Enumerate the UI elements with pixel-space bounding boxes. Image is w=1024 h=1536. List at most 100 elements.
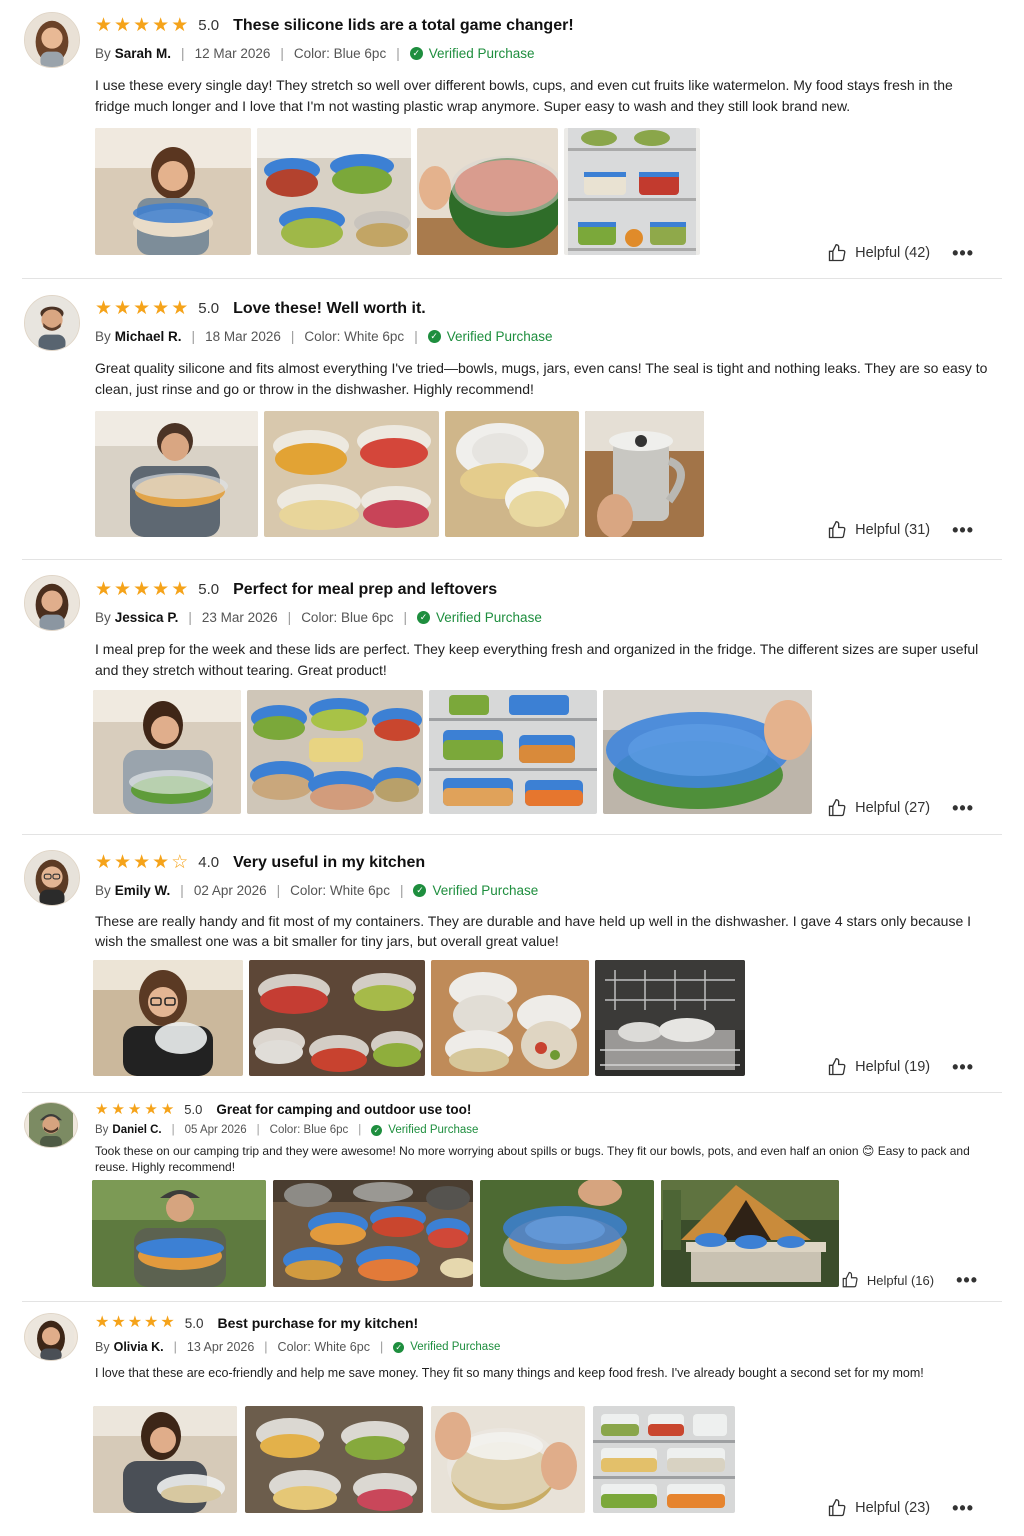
more-options-icon[interactable]: •••	[952, 1499, 974, 1517]
star-icon: ★	[127, 1101, 142, 1118]
review-actions: Helpful (23) •••	[827, 1498, 974, 1518]
rating-value: 5.0	[198, 17, 220, 34]
review-photos	[93, 960, 745, 1076]
star-icon: ★	[133, 298, 151, 319]
star-icon: ★	[95, 1101, 109, 1118]
star-icon: ★	[114, 298, 132, 319]
review-photo[interactable]	[93, 960, 243, 1076]
review-photo[interactable]	[273, 1180, 473, 1287]
check-circle-icon: ✓	[409, 47, 423, 60]
review-photo[interactable]	[245, 1406, 423, 1513]
more-options-icon[interactable]: •••	[952, 1058, 974, 1076]
review-meta: By Sarah M. | 12 Mar 2026 | Color: Blue …	[95, 46, 535, 61]
by-label: By	[95, 610, 111, 625]
thumbs-up-icon[interactable]	[827, 243, 847, 263]
review-photos	[95, 411, 704, 537]
review-photo[interactable]	[431, 1406, 585, 1513]
variant-color: Color: Blue 6pc	[293, 46, 387, 61]
rating-value: 5.0	[198, 581, 220, 598]
rating-value: 4.0	[198, 854, 220, 871]
helpful-button[interactable]: Helpful (16)	[867, 1273, 934, 1288]
verified-badge: ✓ Verified Purchase	[413, 883, 538, 898]
verified-label: Verified Purchase	[436, 610, 542, 625]
author-name[interactable]: Michael R.	[115, 329, 182, 344]
verified-badge: ✓ Verified Purchase	[393, 1341, 500, 1353]
review-photo[interactable]	[417, 128, 558, 255]
star-icon: ★	[144, 1314, 159, 1331]
review-photo[interactable]	[431, 960, 589, 1076]
review-photo[interactable]	[595, 960, 745, 1076]
more-options-icon[interactable]: •••	[952, 244, 974, 262]
separator: |	[287, 610, 292, 625]
more-options-icon[interactable]: •••	[952, 521, 974, 539]
review-card: ★ ★ ★ ★ ★ 5.0 Great for camping and outdoor …	[0, 1093, 1024, 1302]
review-date: 05 Apr 2026	[184, 1124, 247, 1136]
review-photo[interactable]	[585, 411, 704, 537]
review-photo[interactable]	[661, 1180, 839, 1287]
variant-color: Color: Blue 6pc	[301, 610, 394, 625]
review-photos	[93, 690, 812, 814]
author-name[interactable]: Jessica P.	[115, 610, 179, 625]
separator: |	[276, 883, 281, 898]
separator: |	[264, 1340, 268, 1354]
thumbs-up-icon[interactable]	[827, 1498, 847, 1518]
variant-color: Color: Blue 6pc	[269, 1124, 349, 1136]
author-name[interactable]: Olivia K.	[114, 1340, 164, 1354]
helpful-button[interactable]: Helpful (42)	[855, 245, 930, 261]
avatar	[24, 575, 80, 631]
author-name[interactable]: Daniel C.	[112, 1124, 161, 1136]
variant-color: Color: White 6pc	[277, 1340, 370, 1354]
variant-color: Color: White 6pc	[304, 329, 405, 344]
helpful-button[interactable]: Helpful (31)	[855, 522, 930, 538]
avatar	[24, 1313, 78, 1361]
star-icon: ★	[152, 15, 170, 36]
star-icon: ★	[133, 15, 151, 36]
review-photo[interactable]	[249, 960, 425, 1076]
review-photo[interactable]	[593, 1406, 735, 1513]
review-actions: Helpful (16) •••	[841, 1271, 978, 1289]
more-options-icon[interactable]: •••	[952, 799, 974, 817]
review-photo[interactable]	[264, 411, 439, 537]
review-photo[interactable]	[603, 690, 812, 814]
star-rating: ★ ★ ★ ★ ★	[95, 16, 188, 35]
check-circle-icon: ✓	[393, 1341, 405, 1353]
review-photo[interactable]	[95, 128, 251, 255]
review-photo[interactable]	[445, 411, 579, 537]
review-title: Best purchase for my kitchen!	[217, 1315, 419, 1331]
review-date: 12 Mar 2026	[194, 46, 271, 61]
thumbs-up-icon[interactable]	[827, 798, 847, 818]
review-date: 18 Mar 2026	[205, 329, 281, 344]
more-options-icon[interactable]: •••	[956, 1271, 978, 1289]
review-meta: By Michael R. | 18 Mar 2026 | Color: Whi…	[95, 329, 553, 344]
verified-badge: ✓ Verified Purchase	[427, 329, 553, 344]
review-photo[interactable]	[95, 411, 258, 537]
review-photo[interactable]	[93, 1406, 237, 1513]
review-photo[interactable]	[480, 1180, 654, 1287]
star-icon: ★	[114, 852, 132, 873]
helpful-button[interactable]: Helpful (19)	[855, 1059, 930, 1075]
star-rating: ★ ★ ★ ★ ☆	[95, 853, 188, 872]
star-icon: ★	[95, 852, 113, 873]
verified-badge: ✓ Verified Purchase	[417, 610, 542, 625]
review-photo[interactable]	[93, 690, 241, 814]
review-header: ★ ★ ★ ★ ★ 5.0 These silicone lids are a tota…	[95, 16, 574, 35]
avatar	[24, 295, 80, 351]
rating-value: 5.0	[184, 1102, 203, 1117]
review-photo[interactable]	[247, 690, 423, 814]
review-photo[interactable]	[429, 690, 597, 814]
review-photo[interactable]	[257, 128, 411, 255]
separator: |	[414, 329, 418, 344]
author-name[interactable]: Emily W.	[115, 883, 171, 898]
separator: |	[188, 610, 192, 625]
thumbs-up-icon[interactable]	[827, 1057, 847, 1077]
author-name[interactable]: Sarah M.	[115, 46, 171, 61]
helpful-button[interactable]: Helpful (27)	[855, 800, 930, 816]
review-date: 23 Mar 2026	[201, 610, 278, 625]
separator: |	[403, 610, 408, 625]
thumbs-up-icon[interactable]	[827, 520, 847, 540]
review-photo[interactable]	[564, 128, 700, 255]
review-text: I use these every single day! They stret…	[95, 77, 953, 114]
thumbs-up-icon[interactable]	[841, 1271, 859, 1289]
review-photo[interactable]	[92, 1180, 266, 1287]
helpful-button[interactable]: Helpful (23)	[855, 1500, 930, 1516]
